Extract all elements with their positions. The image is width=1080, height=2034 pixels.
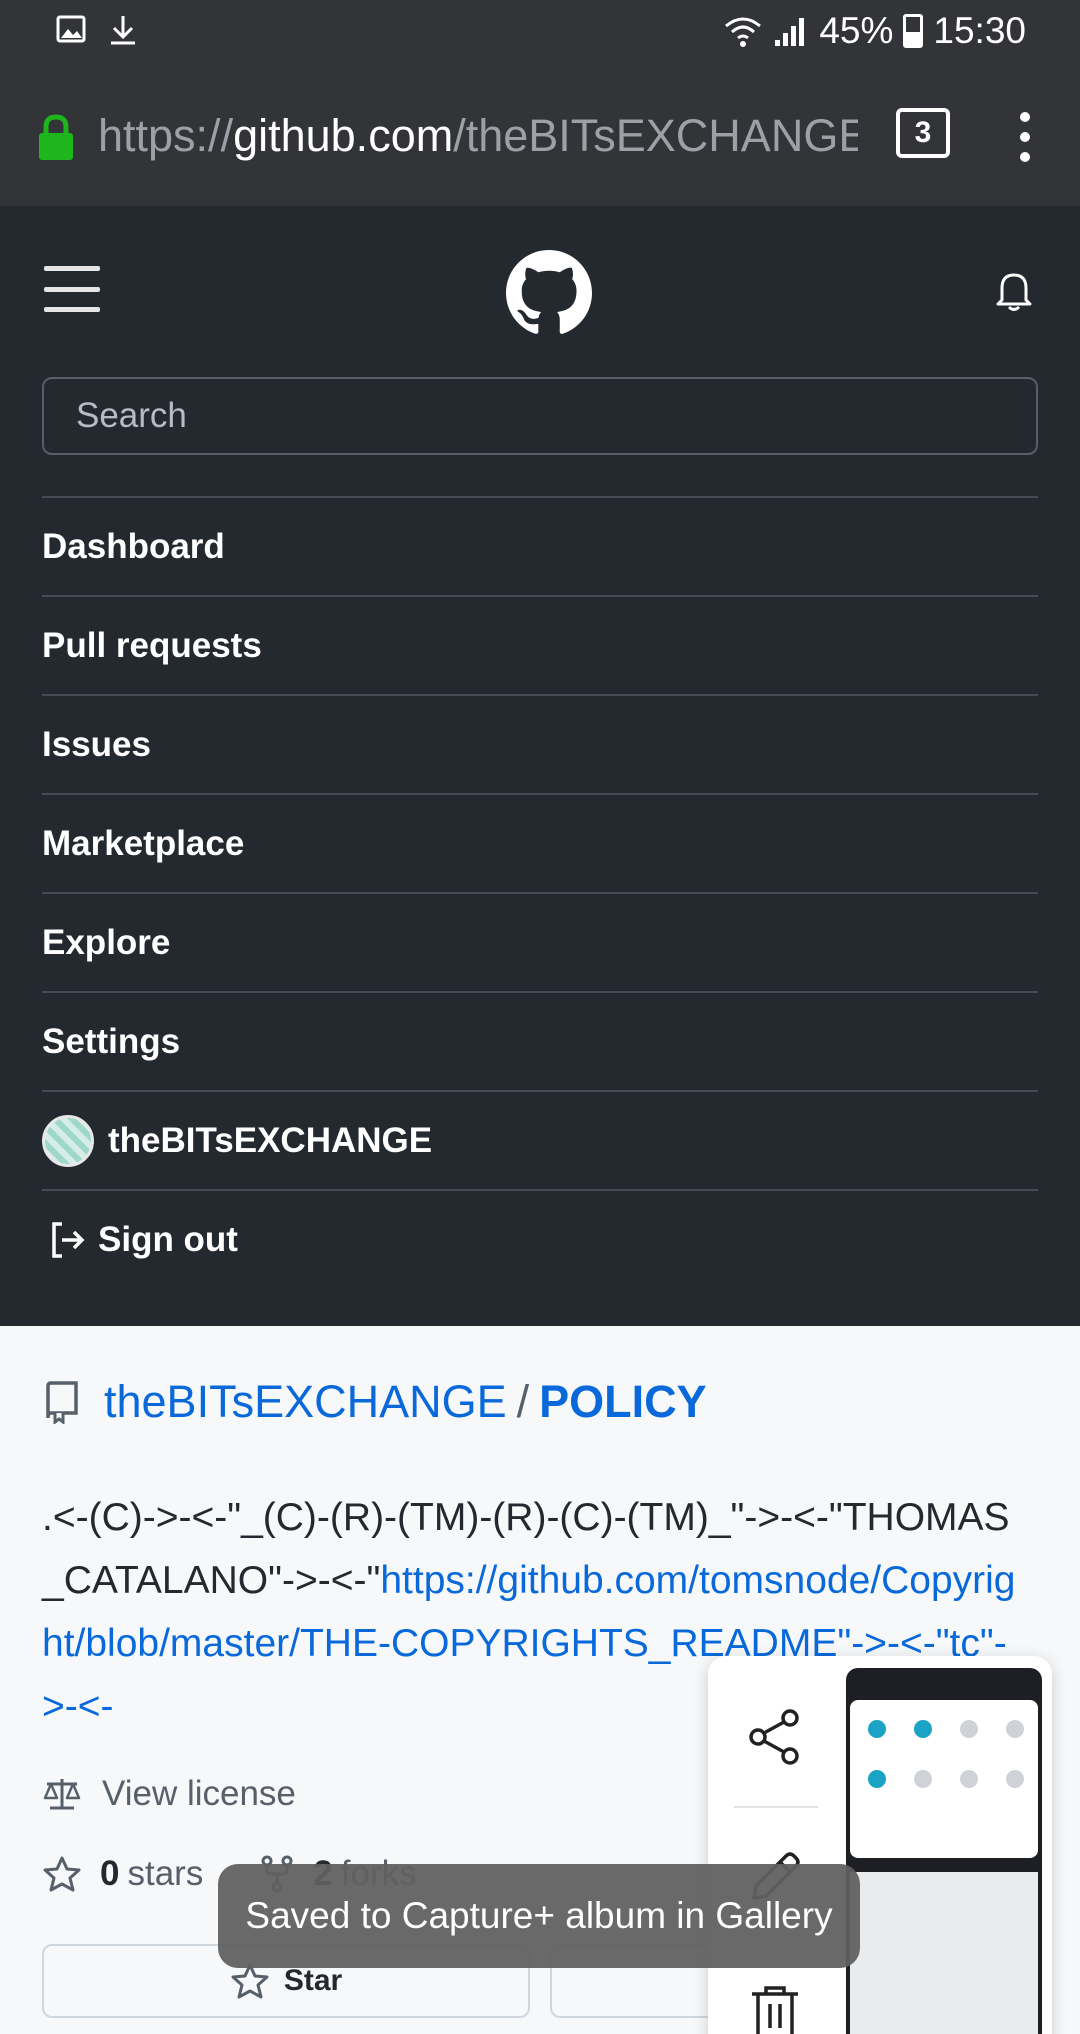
tab-switcher-button[interactable]: 3	[896, 108, 950, 158]
menu-item-issues[interactable]: Issues	[42, 694, 1038, 793]
search-placeholder: Search	[76, 396, 187, 435]
menu-item-marketplace[interactable]: Marketplace	[42, 793, 1038, 892]
license-label: View license	[102, 1774, 296, 1813]
menu-item-profile[interactable]: theBITsEXCHANGE	[42, 1090, 1038, 1189]
repo-owner-link[interactable]: theBITsEXCHANGE	[104, 1376, 507, 1428]
avatar	[42, 1114, 94, 1167]
stars-label: stars	[127, 1854, 204, 1893]
hamburger-menu-button[interactable]	[44, 266, 100, 312]
lock-icon	[39, 114, 73, 160]
trash-icon[interactable]	[746, 1982, 804, 2034]
thumbnail-quick-panel	[850, 1700, 1038, 1858]
signal-icon	[775, 18, 805, 46]
sign-out-icon	[52, 1221, 85, 1258]
status-bar: 45% 15:30	[0, 0, 1080, 66]
battery-percent: 45%	[819, 10, 894, 51]
star-icon	[43, 1856, 81, 1892]
username: theBITsEXCHANGE	[108, 1120, 433, 1160]
share-icon[interactable]	[746, 1708, 804, 1766]
repo-separator: /	[516, 1376, 530, 1427]
url-field[interactable]: https://github.com/theBITsEXCHANGE	[98, 110, 858, 166]
capture-preview-panel	[708, 1656, 1052, 2034]
menu-item-dashboard[interactable]: Dashboard	[42, 496, 1038, 595]
image-icon	[56, 15, 86, 43]
toast-message: Saved to Capture+ album in Gallery	[218, 1864, 860, 1968]
menu-item-explore[interactable]: Explore	[42, 892, 1038, 991]
browser-toolbar: https://github.com/theBITsEXCHANGE 3	[0, 66, 1080, 206]
sign-out-label: Sign out	[98, 1219, 238, 1259]
menu-item-sign-out[interactable]: Sign out	[42, 1189, 1038, 1288]
battery-icon	[903, 14, 924, 48]
menu-item-settings[interactable]: Settings	[42, 991, 1038, 1090]
screenshot-thumbnail[interactable]	[846, 1668, 1042, 2034]
tab-count: 3	[914, 116, 932, 149]
search-input[interactable]: Search	[42, 377, 1038, 455]
star-button-label: Star	[283, 1964, 343, 1997]
url-path: /theBITsEXCHANGE	[453, 110, 858, 161]
nav-menu-list: Dashboard Pull requests Issues Marketpla…	[42, 496, 1038, 1288]
download-icon	[111, 16, 135, 45]
wifi-icon	[725, 17, 762, 47]
stars-count: 0	[100, 1854, 120, 1893]
browser-menu-button[interactable]	[1015, 112, 1035, 162]
repo-icon	[46, 1381, 78, 1424]
menu-item-pull-requests[interactable]: Pull requests	[42, 595, 1038, 694]
url-scheme: https://	[98, 110, 234, 161]
license-link[interactable]: View license	[42, 1774, 296, 1814]
capture-divider	[734, 1806, 818, 1808]
github-nav-menu: Search Dashboard Pull requests Issues Ma…	[0, 206, 1080, 1326]
repo-name-link[interactable]: POLICY	[539, 1376, 707, 1428]
thumbnail-page	[850, 1872, 1038, 2034]
url-host: github.com	[233, 110, 454, 161]
clock: 15:30	[933, 10, 1026, 51]
capture-tools	[708, 1656, 846, 2034]
law-icon	[43, 1779, 81, 1810]
bell-icon[interactable]	[994, 268, 1034, 312]
github-logo[interactable]	[506, 250, 592, 336]
repo-title: theBITsEXCHANGE / POLICY	[42, 1376, 707, 1428]
